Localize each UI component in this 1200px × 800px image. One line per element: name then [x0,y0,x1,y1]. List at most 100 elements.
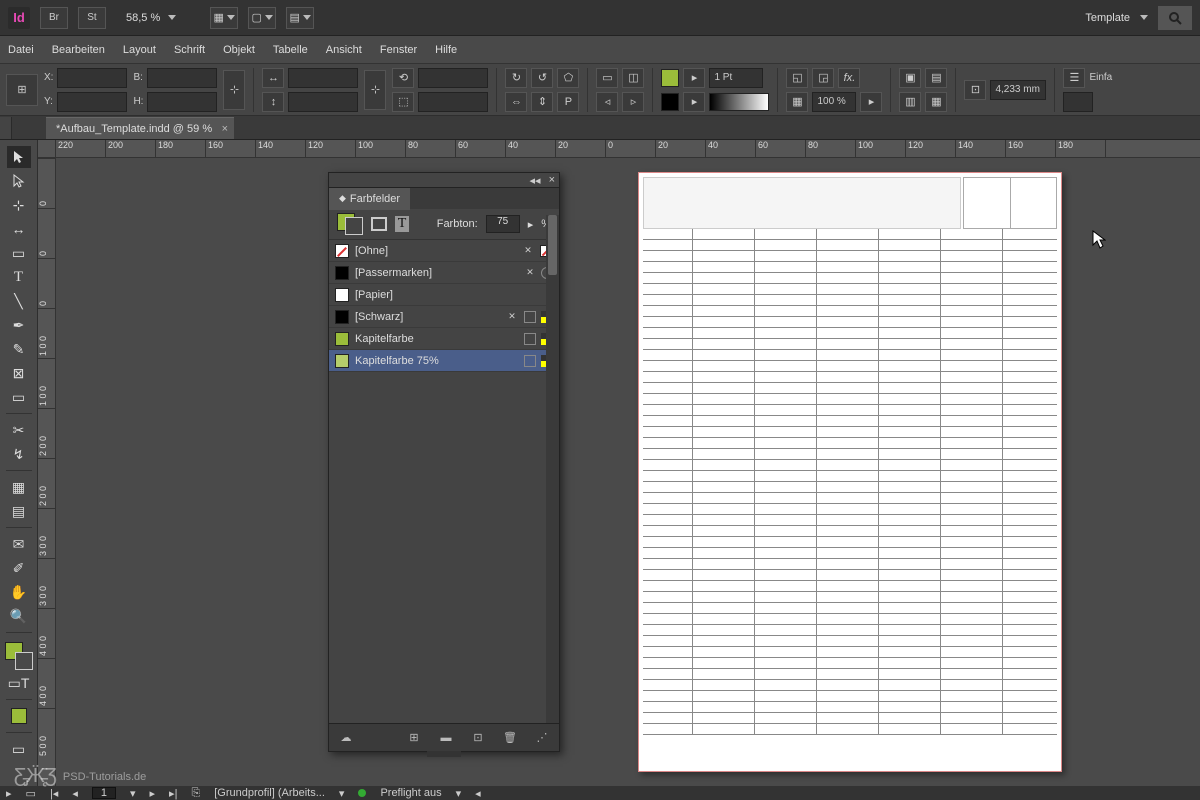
fit-frame-icon[interactable]: ⊡ [964,80,986,100]
new-folder-icon[interactable]: ▬ [437,730,455,746]
first-page-icon[interactable]: |◂ [50,787,58,800]
constrain-scale-icon[interactable]: ⊹ [364,70,386,110]
wrap-around-icon[interactable]: ▤ [925,68,947,88]
collapse-icon[interactable]: ◂◂ [530,174,541,187]
menu-layout[interactable]: Layout [123,44,156,56]
panel-resize-icon[interactable]: ⋰ [533,730,551,746]
shear-icon[interactable]: ⬚ [392,92,414,112]
bridge-button[interactable]: Br [40,7,68,29]
panel-titlebar[interactable]: ◂◂ × [329,173,559,187]
frame-tool[interactable]: ⊠ [7,362,31,384]
stroke-weight-field[interactable]: 1 Pt [709,68,763,88]
formatting-container-icon[interactable]: ▭T [7,672,31,694]
rotate-icon[interactable]: ⟲ [392,68,414,88]
swatch-row[interactable]: [Ohne] [329,240,559,262]
tint-input[interactable]: 75 [486,215,520,233]
horizontal-ruler[interactable]: 2202001801601401201008060402002040608010… [56,140,1200,158]
scale-y-field[interactable] [288,92,358,112]
gradient-feather-tool[interactable]: ▤ [7,500,31,522]
stroke-arrow-icon[interactable]: ▸ [683,92,705,112]
cloud-library-icon[interactable]: ☁ [337,730,355,746]
page-tool[interactable]: ⊹ [7,194,31,216]
type-tool[interactable]: T [7,266,31,288]
close-panel-icon[interactable]: × [549,174,555,186]
gradient-swatch-tool[interactable]: ▦ [7,476,31,498]
swatches-tab[interactable]: ◆Farbfelder [329,188,410,210]
document-page[interactable] [638,172,1062,772]
flip-v-icon[interactable]: ⇕ [531,92,553,112]
scissors-tool[interactable]: ✂ [7,419,31,441]
document-tab[interactable]: *Aufbau_Template.indd @ 59 % × [46,117,234,139]
swatch-row[interactable]: [Papier] [329,284,559,306]
tint-arrow-icon[interactable]: ▸ [528,218,534,231]
scale-y-icon[interactable]: ↕ [262,92,284,112]
text-format-icon[interactable]: T [395,216,409,232]
rotate-cw-icon[interactable]: ↻ [505,68,527,88]
scale-x-icon[interactable]: ↔ [262,68,284,88]
preflight-dropdown-icon[interactable]: ▾ [456,787,462,800]
align-icon[interactable]: ☰ [1063,68,1085,88]
fill-stroke-swatches[interactable] [5,642,33,670]
height-field[interactable] [147,92,217,112]
last-page-icon[interactable]: ▸| [169,787,177,800]
transparency-icon[interactable]: ▦ [786,92,808,112]
wrap-jump-icon[interactable]: ▦ [925,92,947,112]
content-collector-tool[interactable]: ▭ [7,242,31,264]
delete-swatch-icon[interactable]: 🗑 [501,730,519,746]
close-tab-icon[interactable]: × [222,123,228,135]
fill-stroke-proxy[interactable] [337,213,363,235]
panel-grip-icon[interactable] [0,117,12,139]
vertical-ruler[interactable]: 0001 0 01 0 02 0 02 0 03 0 03 0 04 0 04 … [38,158,56,786]
profile-label[interactable]: [Grundprofil] (Arbeits... [214,787,325,799]
reference-point-icon[interactable]: ⊞ [6,74,38,106]
x-field[interactable] [57,68,127,88]
search-button[interactable] [1158,6,1192,30]
page-dropdown-icon[interactable]: ▾ [130,787,136,800]
menu-datei[interactable]: Datei [8,44,34,56]
wrap-none-icon[interactable]: ▣ [899,68,921,88]
arrange-button[interactable]: ▤ [286,7,314,29]
scrollbar-thumb[interactable] [548,215,557,275]
preflight-label[interactable]: Preflight aus [380,787,441,799]
panel-bottom-grip[interactable] [427,751,461,757]
stroke-swatch[interactable] [661,93,679,111]
swatch-row[interactable]: Kapitelfarbe [329,328,559,350]
p-icon[interactable]: P [557,92,579,112]
line-tool[interactable]: ╲ [7,290,31,312]
stroke-style-field[interactable] [709,93,769,111]
page-number-field[interactable]: 1 [92,787,116,799]
next-obj-icon[interactable]: ▹ [622,92,644,112]
eyedropper-tool[interactable]: ✐ [7,557,31,579]
workspace-label[interactable]: Template [1085,12,1130,24]
fx-icon[interactable]: fx. [838,68,860,88]
flip-h-icon[interactable]: ⇔ [505,92,527,112]
swatch-row[interactable]: [Passermarken] [329,262,559,284]
hand-tool[interactable]: ✋ [7,581,31,603]
shear-field[interactable] [418,92,488,112]
panel-scrollbar[interactable] [546,215,559,723]
apply-color-icon[interactable] [7,705,31,727]
rotate-ccw-icon[interactable]: ↺ [531,68,553,88]
profile-dropdown-icon[interactable]: ▾ [339,787,345,800]
opacity-field[interactable]: 100 % [812,92,856,112]
new-swatch-icon[interactable]: ⊡ [469,730,487,746]
corner2-icon[interactable]: ◲ [812,68,834,88]
y-field[interactable] [57,92,127,112]
constrain-icon[interactable]: ⊹ [223,70,245,110]
direct-selection-tool[interactable] [7,170,31,192]
fill-swatch[interactable] [661,69,679,87]
stock-button[interactable]: St [78,7,106,29]
zoom-tool[interactable]: 🔍 [7,605,31,627]
wrap-shape-icon[interactable]: ▥ [899,92,921,112]
statusbar-menu-icon[interactable]: ▸ [6,787,12,800]
pencil-tool[interactable]: ✎ [7,338,31,360]
width-field[interactable] [147,68,217,88]
next-page-icon[interactable]: ▸ [150,787,156,800]
menu-tabelle[interactable]: Tabelle [273,44,308,56]
frame-width-field[interactable]: 4,233 mm [990,80,1046,100]
corner-icon[interactable]: ◱ [786,68,808,88]
select-content-icon[interactable]: ◫ [622,68,644,88]
polygon-icon[interactable]: ⬠ [557,68,579,88]
swatch-row[interactable]: Kapitelfarbe 75% [329,350,559,372]
statusbar-doc-icon[interactable]: ⎘ [191,787,200,800]
